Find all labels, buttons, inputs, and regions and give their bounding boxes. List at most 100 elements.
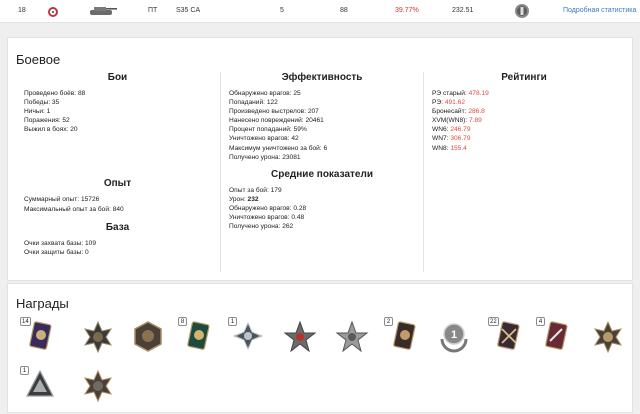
stat-label: Получено урона:	[229, 153, 283, 161]
stat-row: Поражения: 52	[16, 116, 219, 125]
stat-value: 306.79	[450, 135, 471, 143]
stat-value: 20	[70, 126, 78, 134]
medal-card-swords-icon[interactable]: 22	[488, 317, 526, 353]
stat-value: 246.79	[450, 126, 471, 134]
stat-row: Уничтожено врагов: 0.48	[221, 213, 423, 222]
stat-value: 0.48	[291, 214, 305, 222]
stat-row: Попаданий: 122	[221, 98, 423, 107]
ratings-list: РЭ старый: 478.19 РЭ: 491.62 Бронесайт: 28…	[424, 89, 624, 153]
stat-label: Уничтожено врагов:	[229, 135, 292, 143]
stat-row: Очки защиты базы: 0	[16, 248, 219, 257]
averages-list: Опыт за бой: 179 Урон: 232 Обнаружено враг…	[221, 186, 423, 231]
stat-value: 23081	[282, 153, 301, 161]
stat-value: 59%	[293, 126, 307, 134]
stat-row: Ничьи: 1	[16, 107, 219, 116]
stat-label: Максимальный опыт за бой:	[24, 205, 113, 213]
stat-value: 52	[62, 117, 70, 125]
vehicle-class: ПТ	[148, 7, 158, 14]
medal-cross-bronze-icon[interactable]	[590, 319, 626, 354]
stat-row: Уничтожено врагов: 42	[221, 134, 423, 143]
medal-star-silver-icon[interactable]	[334, 319, 370, 353]
stat-value: 286.8	[468, 108, 485, 116]
stat-label: Ничьи:	[24, 108, 47, 116]
tank-icon	[90, 7, 117, 15]
stat-label: Произведено выстрелов:	[229, 108, 308, 116]
stat-row: Получено урона: 23081	[221, 153, 423, 162]
medal-triangle-icon[interactable]: 1	[20, 366, 58, 402]
award-count-badge: 8	[178, 317, 187, 326]
stat-row: Получено урона: 262	[221, 222, 423, 231]
efficiency-list: Обнаружено врагов: 25 Попаданий: 122 Произ…	[221, 89, 423, 162]
awards-title: Награды	[16, 296, 69, 311]
base-list: Очки захвата базы: 109 Очки защиты базы: …	[16, 239, 219, 257]
stat-label: Выжил в боях:	[24, 126, 71, 134]
stat-value: 109	[85, 239, 97, 247]
stat-label: Нанесено повреждений:	[229, 117, 306, 125]
vehicle-name: S35 CA	[176, 7, 201, 14]
stat-value: 42	[291, 135, 299, 143]
medal-card-purple-icon[interactable]: 14	[20, 317, 58, 353]
stat-label: Попаданий:	[229, 99, 267, 107]
mastery-badge-icon	[515, 4, 529, 18]
stat-label: Получено урона:	[229, 223, 283, 231]
stat-value: 122	[266, 99, 278, 107]
awards-panel: Награды 14 8 1 2 1 22 4 1	[7, 283, 633, 413]
stat-value: 207	[307, 108, 319, 116]
award-count-badge: 1	[228, 317, 237, 326]
stat-value: 88	[77, 90, 86, 97]
stat-value: 491.62	[444, 99, 465, 107]
stat-label: РЭ:	[432, 99, 445, 107]
row-index: 18	[18, 7, 26, 14]
medal-hexagon-icon[interactable]	[130, 319, 166, 353]
stat-row: WN7: 306.79	[424, 134, 624, 143]
stat-label: Обнаружено врагов:	[229, 204, 294, 212]
row-value: 88	[340, 7, 348, 14]
medal-cross-small-icon[interactable]	[80, 368, 116, 403]
stat-value: 840	[112, 205, 124, 213]
battles-column: Бои Проведено боёв: 88 Победы: 35 Ничьи: 1…	[16, 72, 219, 257]
stat-value: 20461	[305, 117, 324, 125]
medal-wreath-one-icon[interactable]: 1	[436, 319, 472, 353]
stat-row: WN6: 246.79	[424, 125, 624, 134]
detailed-stats-link[interactable]: Подробная статистика	[563, 7, 636, 14]
battle-panel: Боевое Бои Проведено боёв: 88 Победы: 35 Н…	[7, 37, 633, 281]
stat-label: Обнаружено врагов:	[229, 90, 294, 97]
stat-row: Суммарный опыт: 15726	[16, 195, 219, 204]
stat-value: 7.89	[469, 117, 482, 125]
medal-star-red-icon[interactable]	[282, 319, 318, 353]
stat-label: Суммарный опыт:	[24, 196, 81, 204]
stat-row: Обнаружено врагов: 0.28	[221, 204, 423, 213]
stat-label: Проведено боёв:	[24, 90, 78, 97]
medal-cross-dark-icon[interactable]	[80, 319, 116, 354]
stat-row: РЭ: 491.62	[424, 98, 624, 107]
ratings-column: Рейтинги РЭ старый: 478.19 РЭ: 491.62 Брон…	[424, 72, 624, 153]
stat-value: 15726	[80, 196, 100, 204]
medal-card-green-icon[interactable]: 8	[178, 317, 216, 353]
stat-value: 155.4	[450, 144, 467, 152]
stat-label: Уничтожено врагов:	[229, 214, 292, 222]
medal-card-red-icon[interactable]: 4	[536, 317, 574, 353]
row-rating: 232.51	[452, 7, 474, 14]
medal-card-dark-icon[interactable]: 2	[384, 317, 422, 353]
award-count-badge: 22	[488, 317, 499, 326]
stat-label: WN6:	[432, 126, 451, 134]
experience-heading: Опыт	[103, 178, 132, 190]
stat-label: Победы:	[24, 99, 52, 107]
svg-text:1: 1	[451, 329, 457, 341]
stat-row: Максимум уничтожено за бой: 6	[221, 144, 423, 153]
stat-row: Проведено боёв: 88	[16, 89, 219, 98]
stat-label: Очки захвата базы:	[24, 239, 85, 247]
stat-label: Поражения:	[24, 117, 63, 125]
award-count-badge: 1	[20, 366, 29, 375]
stat-label: РЭ старый:	[432, 90, 469, 97]
stat-value: 232	[247, 195, 259, 203]
ratings-heading: Рейтинги	[501, 72, 547, 83]
battles-heading: Бои	[107, 72, 128, 83]
medal-cross-wings-icon[interactable]: 1	[228, 317, 266, 353]
stat-row: Бронесайт: 286.8	[424, 107, 624, 116]
stat-label: WN8:	[432, 144, 451, 152]
stat-label: Бронесайт:	[432, 108, 469, 116]
win-rate: 39.77%	[395, 7, 419, 14]
stat-row: РЭ старый: 478.19	[424, 89, 624, 98]
stat-row: Процент попаданий: 59%	[221, 125, 423, 134]
